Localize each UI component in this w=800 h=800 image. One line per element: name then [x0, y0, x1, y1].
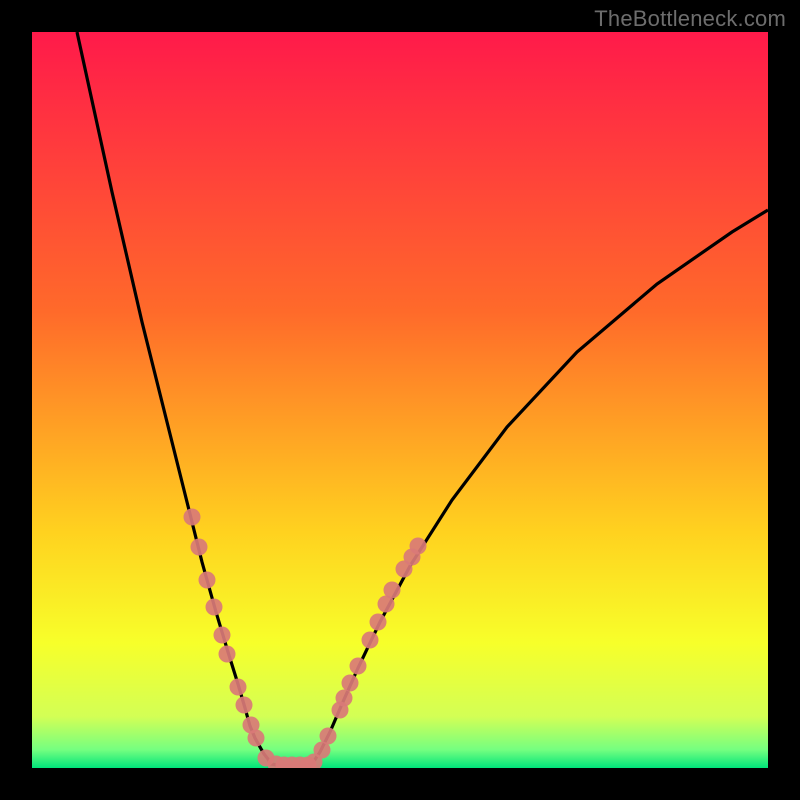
data-marker	[236, 697, 253, 714]
data-marker	[384, 582, 401, 599]
curve-layer	[32, 32, 768, 768]
marker-group	[184, 509, 427, 769]
data-marker	[219, 646, 236, 663]
chart-frame: TheBottleneck.com	[0, 0, 800, 800]
data-marker	[248, 730, 265, 747]
data-marker	[342, 675, 359, 692]
data-marker	[404, 549, 421, 566]
data-marker	[184, 509, 201, 526]
data-marker	[214, 627, 231, 644]
data-marker	[230, 679, 247, 696]
watermark-text: TheBottleneck.com	[594, 6, 786, 32]
data-marker	[191, 539, 208, 556]
data-marker	[320, 728, 337, 745]
bottleneck-curve	[77, 32, 768, 765]
plot-area	[32, 32, 768, 768]
data-marker	[199, 572, 216, 589]
data-marker	[350, 658, 367, 675]
data-marker	[332, 702, 349, 719]
data-marker	[206, 599, 223, 616]
data-marker	[362, 632, 379, 649]
data-marker	[370, 614, 387, 631]
